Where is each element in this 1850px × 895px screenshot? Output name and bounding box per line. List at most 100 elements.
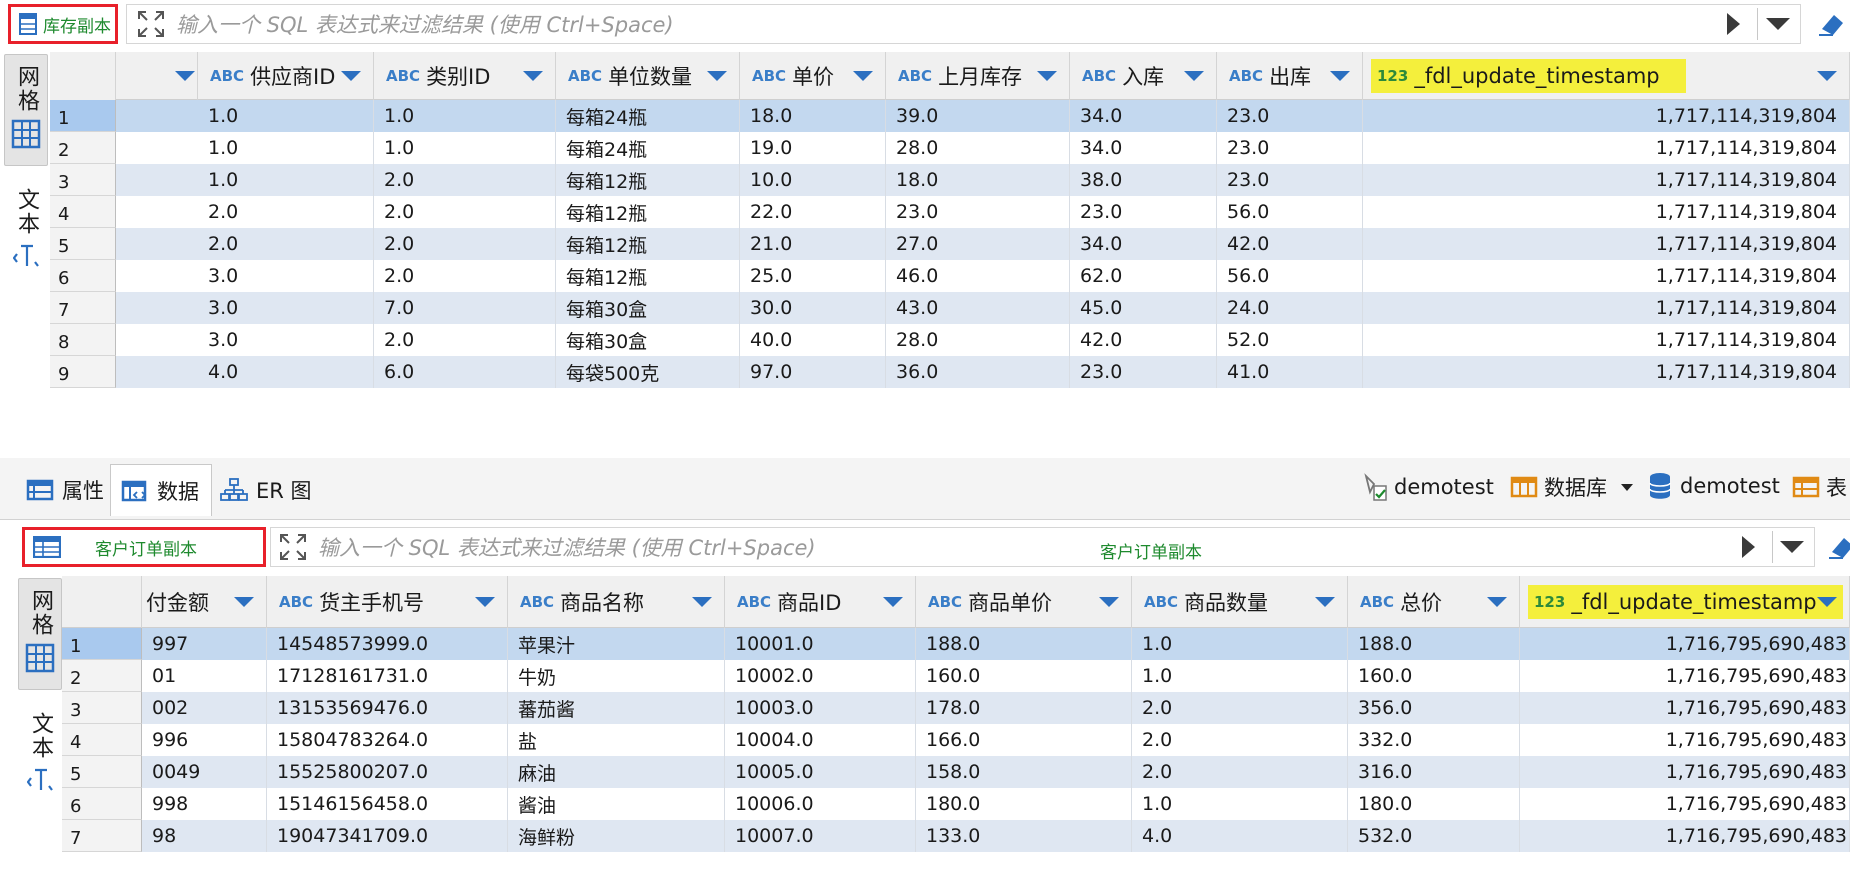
table-cell[interactable]: 每箱30盒 bbox=[556, 292, 740, 324]
sort-icon[interactable] bbox=[1330, 71, 1350, 81]
table-cell[interactable]: 30.0 bbox=[740, 292, 886, 324]
table-cell[interactable]: 188.0 bbox=[916, 628, 1132, 660]
table-cell[interactable]: 0049 bbox=[142, 756, 267, 788]
top-hidden-col-header[interactable] bbox=[116, 52, 198, 100]
bottom-grid-view-tab[interactable]: 网格 bbox=[18, 578, 62, 690]
table-cell[interactable]: 1,716,795,690,483 bbox=[1520, 820, 1850, 852]
bottom-col-header-0[interactable]: 付金额 bbox=[142, 576, 267, 628]
table-cell[interactable]: 998 bbox=[142, 788, 267, 820]
table-cell[interactable]: 178.0 bbox=[916, 692, 1132, 724]
connection-selector[interactable]: demotest bbox=[1362, 472, 1494, 502]
row-number[interactable]: 2 bbox=[50, 132, 116, 164]
table-cell[interactable]: 10001.0 bbox=[725, 628, 916, 660]
sort-icon[interactable] bbox=[707, 71, 727, 81]
table-cell[interactable]: 15146156458.0 bbox=[267, 788, 508, 820]
table-cell[interactable]: 39.0 bbox=[886, 100, 1070, 132]
table-cell[interactable]: 25.0 bbox=[740, 260, 886, 292]
table-row[interactable]: 4 2.0 2.0 每箱12瓶 22.0 23.0 23.0 56.0 1,717,114,31… bbox=[50, 196, 1850, 228]
sort-icon[interactable] bbox=[475, 597, 495, 607]
table-cell[interactable]: 1,716,795,690,483 bbox=[1520, 724, 1850, 756]
table-row[interactable]: 2 01 17128161731.0 牛奶 10002.0 160.0 1.0 160.0 1,… bbox=[62, 660, 1850, 692]
table-cell[interactable]: 1.0 bbox=[198, 100, 374, 132]
table-cell[interactable]: 苹果汁 bbox=[508, 628, 725, 660]
table-cell[interactable]: 2.0 bbox=[1132, 724, 1348, 756]
table-cell[interactable]: 188.0 bbox=[1348, 628, 1520, 660]
table-cell[interactable]: 1,717,114,319,804 bbox=[1363, 196, 1850, 228]
table-cell[interactable]: 1.0 bbox=[374, 100, 556, 132]
top-table-name-box[interactable]: 库存副本 bbox=[8, 4, 118, 44]
table-cell[interactable]: 1,717,114,319,804 bbox=[1363, 260, 1850, 292]
table-cell[interactable]: 1,717,114,319,804 bbox=[1363, 324, 1850, 356]
table-cell[interactable]: 56.0 bbox=[1217, 260, 1363, 292]
table-cell[interactable]: 34.0 bbox=[1070, 228, 1217, 260]
row-number[interactable]: 9 bbox=[50, 356, 116, 388]
tab-data[interactable]: 数据 bbox=[110, 464, 212, 516]
table-cell[interactable]: 蕃茄酱 bbox=[508, 692, 725, 724]
table-cell[interactable]: 34.0 bbox=[1070, 100, 1217, 132]
table-cell[interactable]: 1,717,114,319,804 bbox=[1363, 132, 1850, 164]
table-cell[interactable]: 28.0 bbox=[886, 132, 1070, 164]
table-cell[interactable]: 10002.0 bbox=[725, 660, 916, 692]
sort-icon[interactable] bbox=[1817, 71, 1837, 81]
table-cell[interactable]: 1,716,795,690,483 bbox=[1520, 692, 1850, 724]
table-cell[interactable]: 2.0 bbox=[198, 228, 374, 260]
table-cell[interactable]: 1.0 bbox=[1132, 660, 1348, 692]
table-cell[interactable]: 15525800207.0 bbox=[267, 756, 508, 788]
row-number[interactable]: 1 bbox=[62, 628, 142, 660]
bottom-col-header-3[interactable]: ABC 商品ID bbox=[725, 576, 916, 628]
bottom-filter-input[interactable]: 输入一个 SQL 表达式来过滤结果 (使用 Ctrl+Space) bbox=[318, 532, 1078, 562]
top-col-header-5[interactable]: ABC 入库 bbox=[1070, 52, 1217, 100]
table-cell[interactable]: 10.0 bbox=[740, 164, 886, 196]
table-cell[interactable]: 1,717,114,319,804 bbox=[1363, 228, 1850, 260]
table-row[interactable]: 4 996 15804783264.0 盐 10004.0 166.0 2.0 332.0 1,… bbox=[62, 724, 1850, 756]
table-row[interactable]: 6 998 15146156458.0 酱油 10006.0 180.0 1.0 180.0 1… bbox=[62, 788, 1850, 820]
bottom-col-header-7[interactable]: 123 _fdl_update_timestamp bbox=[1520, 576, 1850, 628]
top-filter-input[interactable]: 输入一个 SQL 表达式来过滤结果 (使用 Ctrl+Space) bbox=[176, 9, 1676, 39]
sort-icon[interactable] bbox=[1184, 71, 1204, 81]
table-cell[interactable]: 酱油 bbox=[508, 788, 725, 820]
top-col-header-1[interactable]: ABC 类别ID bbox=[374, 52, 556, 100]
table-cell[interactable]: 19.0 bbox=[740, 132, 886, 164]
table-cell[interactable]: 34.0 bbox=[1070, 132, 1217, 164]
table-cell[interactable]: 2.0 bbox=[374, 196, 556, 228]
table-row[interactable]: 2 1.0 1.0 每箱24瓶 19.0 28.0 34.0 23.0 1,717,114,31… bbox=[50, 132, 1850, 164]
row-number[interactable]: 5 bbox=[50, 228, 116, 260]
bottom-col-header-5[interactable]: ABC 商品数量 bbox=[1132, 576, 1348, 628]
table-cell[interactable]: 332.0 bbox=[1348, 724, 1520, 756]
sort-icon[interactable] bbox=[1099, 597, 1119, 607]
table-cell[interactable]: 56.0 bbox=[1217, 196, 1363, 228]
top-col-header-7[interactable]: 123 _fdl_update_timestamp bbox=[1363, 52, 1850, 100]
table-cell[interactable]: 42.0 bbox=[1217, 228, 1363, 260]
table-row[interactable]: 6 3.0 2.0 每箱12瓶 25.0 46.0 62.0 56.0 1,717,114,31… bbox=[50, 260, 1850, 292]
table-cell[interactable]: 每箱12瓶 bbox=[556, 228, 740, 260]
table-cell[interactable]: 27.0 bbox=[886, 228, 1070, 260]
table-cell[interactable]: 3.0 bbox=[198, 260, 374, 292]
bottom-col-header-2[interactable]: ABC 商品名称 bbox=[508, 576, 725, 628]
table-cell[interactable]: 10005.0 bbox=[725, 756, 916, 788]
top-col-header-0[interactable]: ABC 供应商ID bbox=[198, 52, 374, 100]
table-cell[interactable]: 22.0 bbox=[740, 196, 886, 228]
bottom-table-name-box[interactable]: 客户订单副本 bbox=[22, 527, 266, 567]
row-number[interactable]: 1 bbox=[50, 100, 116, 132]
tab-er-diagram[interactable]: ER 图 bbox=[210, 464, 324, 516]
sort-icon[interactable] bbox=[853, 71, 873, 81]
table-cell[interactable]: 1,716,795,690,483 bbox=[1520, 788, 1850, 820]
table-row[interactable]: 5 0049 15525800207.0 麻油 10005.0 158.0 2.0 316.0… bbox=[62, 756, 1850, 788]
top-col-header-2[interactable]: ABC 单位数量 bbox=[556, 52, 740, 100]
top-col-header-4[interactable]: ABC 上月库存 bbox=[886, 52, 1070, 100]
bottom-col-header-4[interactable]: ABC 商品单价 bbox=[916, 576, 1132, 628]
table-row[interactable]: 3 1.0 2.0 每箱12瓶 10.0 18.0 38.0 23.0 1,717,114,31… bbox=[50, 164, 1850, 196]
table-cell[interactable]: 3.0 bbox=[198, 324, 374, 356]
sort-icon[interactable] bbox=[883, 597, 903, 607]
table-cell[interactable]: 4.0 bbox=[1132, 820, 1348, 852]
tab-properties[interactable]: 属性 bbox=[16, 464, 116, 516]
table-cell[interactable]: 7.0 bbox=[374, 292, 556, 324]
table-cell[interactable]: 316.0 bbox=[1348, 756, 1520, 788]
table-cell[interactable]: 180.0 bbox=[916, 788, 1132, 820]
table-cell[interactable]: 180.0 bbox=[1348, 788, 1520, 820]
table-cell[interactable]: 356.0 bbox=[1348, 692, 1520, 724]
table-cell[interactable]: 每箱12瓶 bbox=[556, 164, 740, 196]
table-row[interactable]: 9 4.0 6.0 每袋500克 97.0 36.0 23.0 41.0 1,717,114,3… bbox=[50, 356, 1850, 388]
table-cell[interactable]: 1.0 bbox=[198, 164, 374, 196]
table-cell[interactable]: 每箱30盒 bbox=[556, 324, 740, 356]
